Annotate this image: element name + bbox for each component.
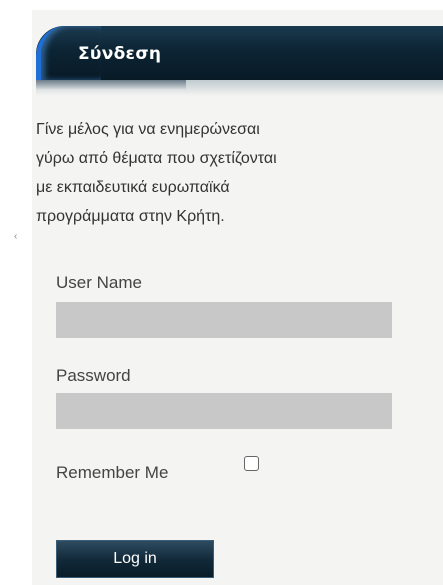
- edge-mark: ‹: [14, 231, 18, 242]
- username-input[interactable]: [56, 302, 392, 338]
- intro-text: Γίνε μέλος για να ενημερώνεσαι γύρω από …: [36, 115, 436, 231]
- password-input[interactable]: [56, 393, 392, 429]
- page: ‹ Σύνδεση Γίνε μέλος για να ενημερώνεσαι…: [0, 0, 443, 585]
- header-shadow-dark: [36, 80, 186, 90]
- panel-title: Σύνδεση: [78, 44, 162, 64]
- header-bar: Σύνδεση: [36, 26, 443, 80]
- username-label: User Name: [56, 273, 142, 292]
- intro-line: γύρω από θέματα που σχετίζονται: [36, 150, 277, 167]
- intro-line: Γίνε μέλος για να ενημερώνεσαι: [36, 121, 260, 138]
- password-label: Password: [56, 366, 131, 385]
- login-button[interactable]: Log in: [56, 540, 214, 578]
- intro-line: με εκπαιδευτικά ευρωπαϊκά: [36, 179, 230, 196]
- remember-me-label: Remember Me: [56, 463, 169, 482]
- intro-line: προγράμματα στην Κρήτη.: [36, 208, 225, 225]
- panel-header: Σύνδεση: [36, 26, 443, 96]
- login-panel: [32, 10, 443, 585]
- remember-me-checkbox[interactable]: [244, 456, 259, 471]
